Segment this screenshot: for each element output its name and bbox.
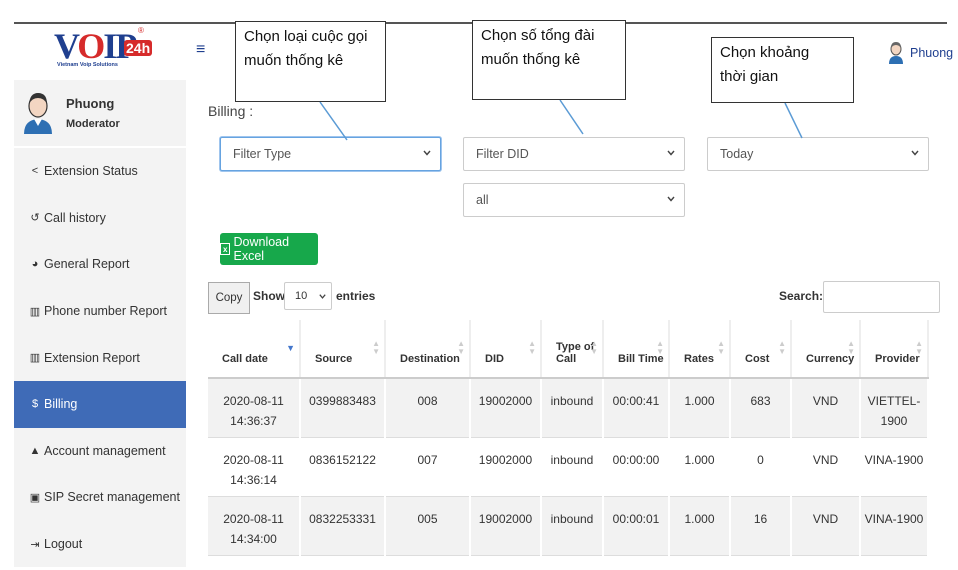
table-cell-currency: VND	[791, 437, 861, 497]
search-input[interactable]	[823, 281, 940, 313]
sort-icon: ▲ ▼	[656, 339, 664, 356]
table-cell-call-date: 2020-08-11 14:36:14	[208, 437, 301, 497]
search-label: Search:	[779, 289, 824, 303]
table-cell-source: 0399883483	[300, 378, 386, 438]
table-cell-did: 19002000	[470, 496, 542, 556]
column-header-currency[interactable]: Currency ▲ ▼	[791, 320, 861, 379]
column-header-rates[interactable]: Rates ▲ ▼	[669, 320, 731, 379]
callout-filter-time: Chọn khoảng thời gian	[711, 37, 854, 103]
table-cell-provider: VINA-1900	[860, 496, 929, 556]
table-cell-currency: VND	[791, 496, 861, 556]
table-cell-cost: 16	[730, 496, 792, 556]
table-body: 2020-08-11 14:36:37 0399883483 008 19002000…	[208, 378, 929, 556]
column-header-source[interactable]: Source ▲ ▼	[300, 320, 386, 379]
table-cell-did: 19002000	[470, 378, 542, 438]
billing-table: Call date ▼ Source ▲ ▼ Destination ▲ ▼ DID ▲ ▼ Type…	[208, 320, 929, 556]
table-header-row: Call date ▼ Source ▲ ▼ Destination ▲ ▼ DID ▲ ▼ Type…	[208, 320, 929, 379]
table-cell-source: 0836152122	[300, 437, 386, 497]
table-cell-destination: 005	[385, 496, 471, 556]
table-cell-bill-time: 00:00:01	[603, 496, 670, 556]
table-cell-destination: 008	[385, 378, 471, 438]
table-cell-cost: 0	[730, 437, 792, 497]
table-cell-currency: VND	[791, 378, 861, 438]
table-cell-type-of-call: inbound	[541, 496, 604, 556]
column-header-label: Type of Call	[556, 341, 595, 365]
table-cell-provider: VINA-1900	[860, 437, 929, 497]
table-cell-type-of-call: inbound	[541, 437, 604, 497]
sort-icon: ▲ ▼	[717, 339, 725, 356]
sort-icon: ▲ ▼	[528, 339, 536, 356]
callout-filter-did: Chọn số tổng đài muốn thống kê	[472, 20, 626, 100]
table-row[interactable]: 2020-08-11 14:34:00 0832253331 005 19002000…	[208, 496, 929, 556]
column-header-label: Rates	[684, 353, 714, 365]
entries-label: entries	[336, 289, 376, 303]
excel-file-icon: x	[220, 243, 231, 255]
table-cell-call-date: 2020-08-11 14:36:37	[208, 378, 301, 438]
table-cell-bill-time: 00:00:41	[603, 378, 670, 438]
column-header-label: Source	[315, 353, 353, 365]
sort-icon: ▲ ▼	[847, 339, 855, 356]
column-header-label: Provider	[875, 353, 920, 365]
table-cell-call-date: 2020-08-11 14:34:00	[208, 496, 301, 556]
sort-icon: ▲ ▼	[372, 339, 380, 356]
sort-desc-icon: ▼	[286, 343, 295, 353]
column-header-label: Call date	[222, 353, 268, 365]
table-cell-cost: 683	[730, 378, 792, 438]
column-header-provider[interactable]: Provider ▲ ▼	[860, 320, 929, 379]
entries-per-page-select[interactable]: 10	[284, 282, 332, 310]
download-excel-button[interactable]: x Download Excel	[220, 233, 318, 265]
column-header-label: Cost	[745, 353, 770, 365]
table-row[interactable]: 2020-08-11 14:36:14 0836152122 007 19002000…	[208, 437, 929, 497]
callout-line-did	[559, 99, 584, 135]
show-label: Show	[253, 289, 285, 303]
table-cell-rates: 1.000	[669, 437, 731, 497]
callout-line-type	[319, 101, 348, 141]
table-cell-source: 0832253331	[300, 496, 386, 556]
table-cell-rates: 1.000	[669, 496, 731, 556]
sort-icon: ▲ ▼	[778, 339, 786, 356]
sort-icon: ▲ ▼	[590, 339, 598, 356]
table-cell-rates: 1.000	[669, 378, 731, 438]
table-cell-provider: VIETTEL-1900	[860, 378, 929, 438]
column-header-label: Destination	[400, 353, 460, 365]
column-header-destination[interactable]: Destination ▲ ▼	[385, 320, 471, 379]
column-header-bill-time[interactable]: Bill Time ▲ ▼	[603, 320, 670, 379]
table-row[interactable]: 2020-08-11 14:36:37 0399883483 008 19002000…	[208, 378, 929, 438]
chevron-down-icon	[319, 294, 326, 299]
table-cell-type-of-call: inbound	[541, 378, 604, 438]
table-cell-bill-time: 00:00:00	[603, 437, 670, 497]
column-header-label: DID	[485, 353, 504, 365]
download-excel-label: Download Excel	[233, 235, 290, 263]
column-header-did[interactable]: DID ▲ ▼	[470, 320, 542, 379]
column-header-cost[interactable]: Cost ▲ ▼	[730, 320, 792, 379]
column-header-call-date[interactable]: Call date ▼	[208, 320, 301, 379]
callout-filter-type: Chọn loại cuộc gọi muốn thống kê	[235, 21, 386, 102]
callout-line-time	[784, 102, 803, 139]
sort-icon: ▲ ▼	[915, 339, 923, 356]
entries-value: 10	[295, 290, 308, 302]
table-cell-destination: 007	[385, 437, 471, 497]
sort-icon: ▲ ▼	[457, 339, 465, 356]
column-header-type-of-call[interactable]: Type of Call ▲ ▼	[541, 320, 604, 379]
copy-button[interactable]: Copy	[208, 282, 250, 314]
table-cell-did: 19002000	[470, 437, 542, 497]
